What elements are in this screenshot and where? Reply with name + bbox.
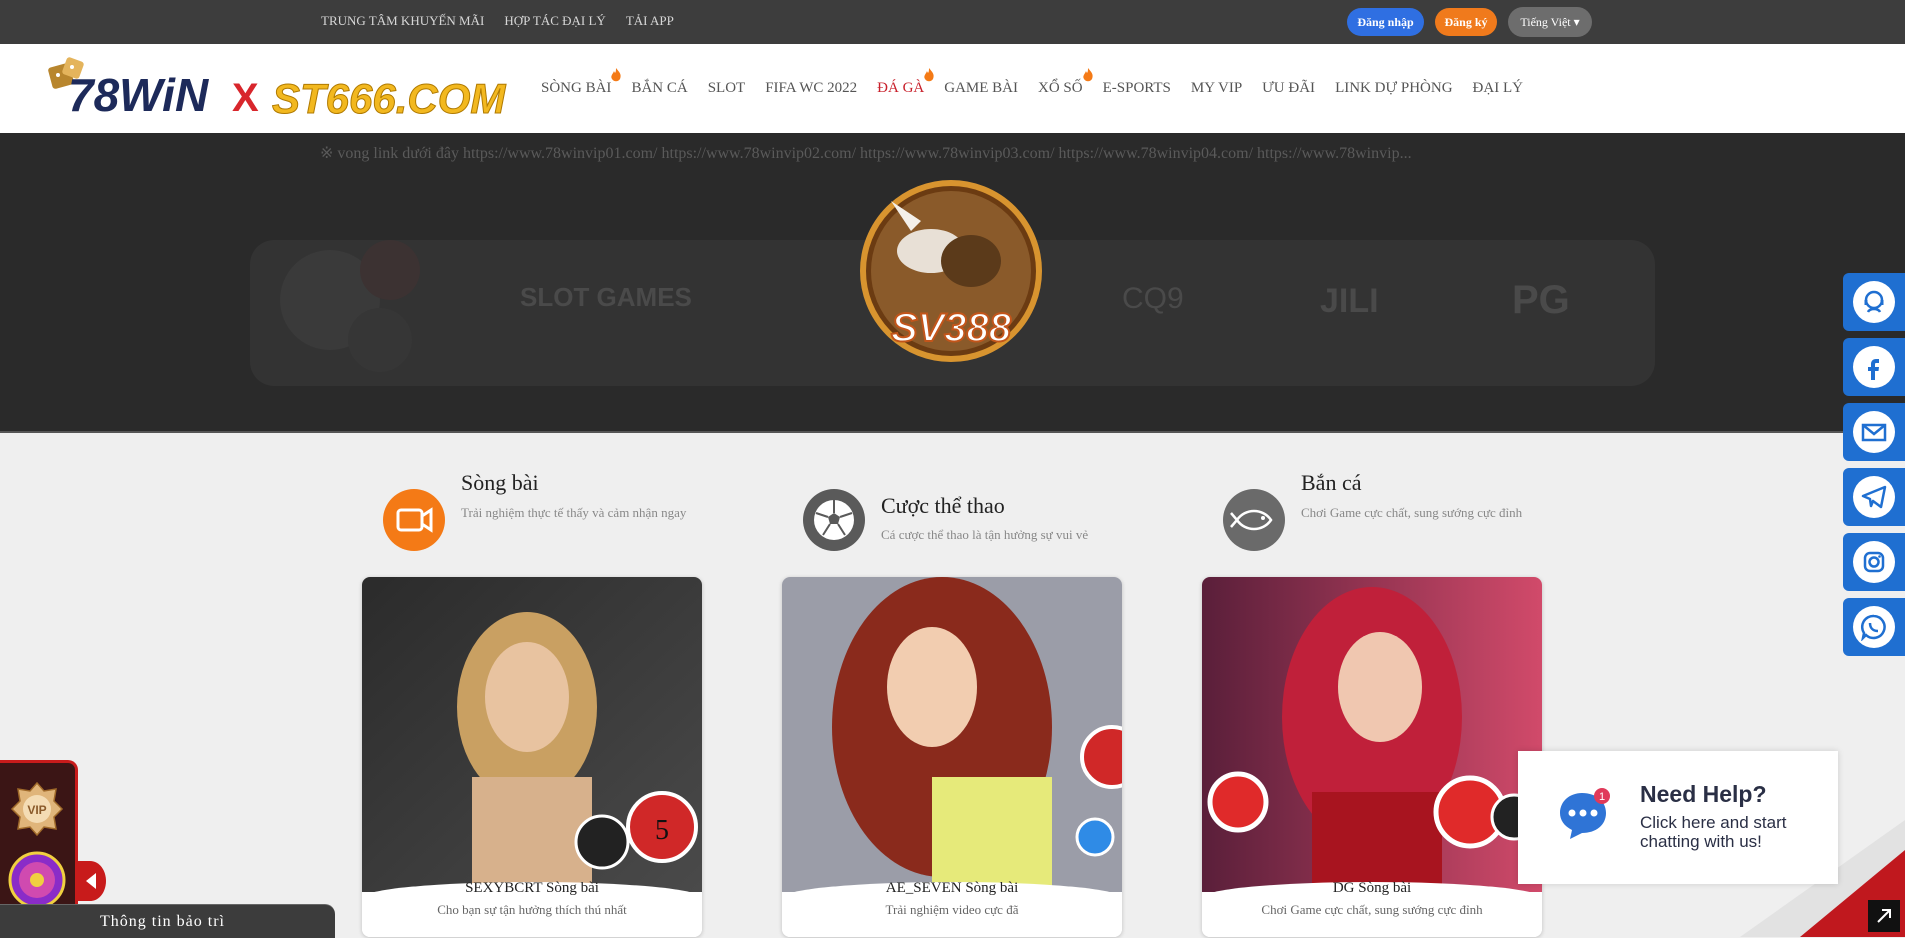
svg-text:ST666.COM: ST666.COM	[272, 75, 506, 122]
nav-item-casino[interactable]: SÒNG BÀI	[541, 68, 622, 97]
category-desc: Chơi Game cực chất, sung sướng cực đỉnh	[1301, 505, 1523, 520]
svg-text:1: 1	[1599, 791, 1605, 803]
vip-badge-icon[interactable]: VIP	[10, 781, 64, 837]
facebook-button[interactable]	[1843, 338, 1905, 396]
collapse-arrow-icon[interactable]	[76, 861, 106, 901]
nav-item-fifa[interactable]: FIFA WC 2022	[765, 80, 857, 97]
help-title: Need Help?	[1640, 781, 1767, 807]
nav-item-esports[interactable]: E-SPORTS	[1103, 80, 1171, 97]
resize-icon[interactable]	[1868, 900, 1900, 932]
card-title: AE_SEVEN Sòng bài	[885, 880, 1019, 896]
telegram-icon	[1853, 476, 1895, 518]
video-camera-icon	[383, 489, 445, 551]
category-sports[interactable]: Cược thể thao Cá cược thể thao là tận hư…	[803, 470, 1143, 560]
top-bar: TRUNG TÂM KHUYẾN MÃI HỢP TÁC ĐẠI LÝ TẢI …	[0, 0, 1905, 44]
svg-text:VIP: VIP	[27, 803, 46, 817]
maintenance-label: Thông tin bảo trì	[100, 913, 225, 930]
nav-item-agent[interactable]: ĐẠI LÝ	[1473, 80, 1523, 97]
nav-item-promotions[interactable]: ƯU ĐÃI	[1262, 80, 1315, 97]
card-image-sexybcrt: 5	[362, 577, 702, 892]
chat-bubble-icon: 1	[1560, 788, 1610, 839]
vip-widget: VIP	[0, 760, 106, 925]
instagram-button[interactable]	[1843, 533, 1905, 591]
login-button[interactable]: Đăng nhập	[1347, 8, 1424, 36]
game-card-ae-seven[interactable]: AE_SEVEN Sòng bài Trải nghiệm video cực …	[782, 577, 1122, 937]
site-logo[interactable]: 78WiN X ST666.COM	[48, 57, 518, 123]
whatsapp-icon	[1853, 606, 1895, 648]
instagram-icon	[1853, 541, 1895, 583]
whatsapp-button[interactable]	[1843, 598, 1905, 656]
hero-banner: ※ vong link dưới đây https://www.78winvi…	[0, 133, 1905, 433]
lucky-wheel-icon[interactable]	[8, 851, 66, 909]
sv388-logo[interactable]: SV388	[851, 171, 1051, 371]
provider-pg[interactable]: PG	[1512, 278, 1570, 323]
card-desc: Trải nghiệm video cực đã	[885, 902, 1019, 917]
fire-icon	[611, 68, 622, 82]
nav-item-backup-links[interactable]: LINK DỰ PHÒNG	[1335, 80, 1452, 97]
card-desc: Cho bạn sự tận hưởng thích thú nhất	[437, 902, 627, 917]
card-title: SEXYBCRT Sòng bài	[465, 880, 599, 896]
fire-icon	[1082, 68, 1093, 82]
category-desc: Trải nghiệm thực tế thấy và cảm nhận nga…	[461, 505, 687, 520]
provider-jili[interactable]: JILI	[1320, 282, 1379, 321]
top-links: TRUNG TÂM KHUYẾN MÃI HỢP TÁC ĐẠI LÝ TẢI …	[321, 13, 674, 29]
provider-cq9[interactable]: CQ9	[1122, 282, 1184, 316]
svg-text:78WiN: 78WiN	[68, 69, 209, 121]
agent-partner-link[interactable]: HỢP TÁC ĐẠI LÝ	[504, 13, 605, 29]
category-title: Sòng bài	[461, 470, 539, 495]
category-casino[interactable]: Sòng bài Trải nghiệm thực tế thấy và cảm…	[383, 470, 723, 560]
category-title: Cược thể thao	[881, 493, 1005, 518]
nav-item-lottery[interactable]: XỔ SỐ	[1038, 68, 1093, 97]
nav-item-slot[interactable]: SLOT	[708, 80, 746, 97]
svg-text:5: 5	[655, 815, 669, 846]
card-title: DG Sòng bài	[1332, 880, 1412, 896]
language-select[interactable]: Tiếng Việt ▾	[1508, 7, 1592, 37]
chat-help-widget[interactable]: 1 Need Help? Click here and start chatti…	[1518, 751, 1838, 884]
nav-item-cockfight[interactable]: ĐÁ GÀ	[877, 68, 934, 97]
maintenance-info-bar[interactable]: Thông tin bảo trì	[0, 904, 335, 938]
svg-text:SV388: SV388	[891, 306, 1012, 350]
nav-item-fishing[interactable]: BẮN CÁ	[631, 80, 687, 97]
facebook-icon	[1853, 346, 1895, 388]
telegram-button[interactable]	[1843, 468, 1905, 526]
fire-icon	[924, 68, 934, 82]
hero-divider	[0, 431, 1905, 433]
support-agent-icon	[1853, 281, 1895, 323]
game-card-sexybcrt[interactable]: 5 SEXYBCRT Sòng bài Cho bạn sự tận hưởng…	[362, 577, 702, 937]
nav-item-my-vip[interactable]: MY VIP	[1191, 80, 1242, 97]
svg-text:X: X	[232, 76, 259, 120]
email-icon	[1853, 411, 1895, 453]
game-card-dg[interactable]: DG Sòng bài Chơi Game cực chất, sung sướ…	[1202, 577, 1542, 937]
category-fishing[interactable]: Bắn cá Chơi Game cực chất, sung sướng cự…	[1223, 470, 1563, 560]
provider-slot-games[interactable]: SLOT GAMES	[520, 282, 692, 313]
category-title: Bắn cá	[1301, 470, 1362, 495]
card-desc: Chơi Game cực chất, sung sướng cực đỉnh	[1261, 902, 1483, 917]
download-app-link[interactable]: TẢI APP	[626, 13, 674, 29]
nav-menu: SÒNG BÀI BẮN CÁ SLOT FIFA WC 2022 ĐÁ GÀ …	[541, 68, 1543, 97]
fish-icon	[1223, 489, 1285, 551]
category-desc: Cá cược thể thao là tận hưởng sự vui vẻ	[881, 527, 1089, 542]
card-image-ae-seven	[782, 577, 1122, 892]
nav-item-card-games[interactable]: GAME BÀI	[944, 80, 1018, 97]
promo-center-link[interactable]: TRUNG TÂM KHUYẾN MÃI	[321, 13, 484, 29]
main-navbar: 78WiN X ST666.COM SÒNG BÀI BẮN CÁ SLOT F…	[0, 44, 1905, 133]
card-image-dg	[1202, 577, 1542, 892]
soccer-ball-icon	[803, 489, 865, 551]
support-agent-button[interactable]	[1843, 273, 1905, 331]
help-text: Click here and start chatting with us!	[1640, 813, 1787, 851]
email-button[interactable]	[1843, 403, 1905, 461]
register-button[interactable]: Đăng ký	[1435, 8, 1497, 36]
announcement-marquee: ※ vong link dưới đây https://www.78winvi…	[320, 145, 1412, 162]
